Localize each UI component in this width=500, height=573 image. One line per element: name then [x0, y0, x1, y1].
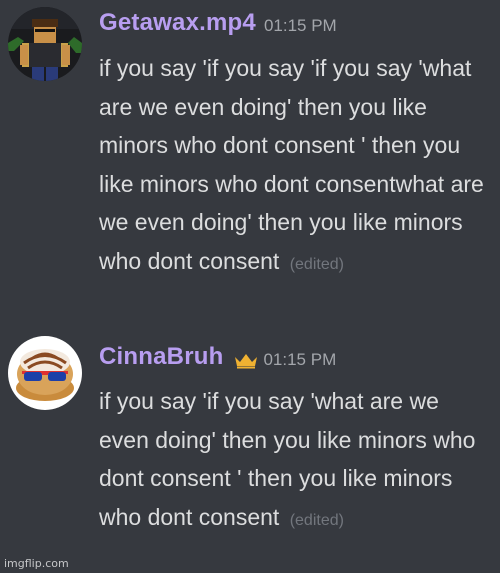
roblox-character-avatar-icon — [8, 7, 82, 81]
cinnamon-roll-sunglasses-avatar-icon — [8, 336, 82, 410]
message-content: if you say 'if you say 'what are we even… — [99, 382, 491, 540]
avatar[interactable] — [8, 336, 82, 410]
avatar[interactable] — [8, 7, 82, 81]
message-header: Getawax.mp4 01:15 PM — [99, 6, 337, 40]
username[interactable]: Getawax.mp4 — [99, 9, 256, 37]
watermark: imgflip.com — [4, 557, 69, 570]
message-text: if you say 'if you say 'if you say 'what… — [99, 55, 484, 274]
crown-icon — [235, 354, 258, 369]
message-text: if you say 'if you say 'what are we even… — [99, 388, 476, 530]
message-content: if you say 'if you say 'if you say 'what… — [99, 49, 491, 285]
timestamp[interactable]: 01:15 PM — [264, 16, 337, 36]
username[interactable]: CinnaBruh — [99, 343, 223, 371]
edited-label: (edited) — [289, 511, 344, 529]
edited-label: (edited) — [289, 255, 344, 273]
message-header: CinnaBruh 01:15 PM — [99, 340, 336, 374]
timestamp[interactable]: 01:15 PM — [263, 350, 336, 370]
